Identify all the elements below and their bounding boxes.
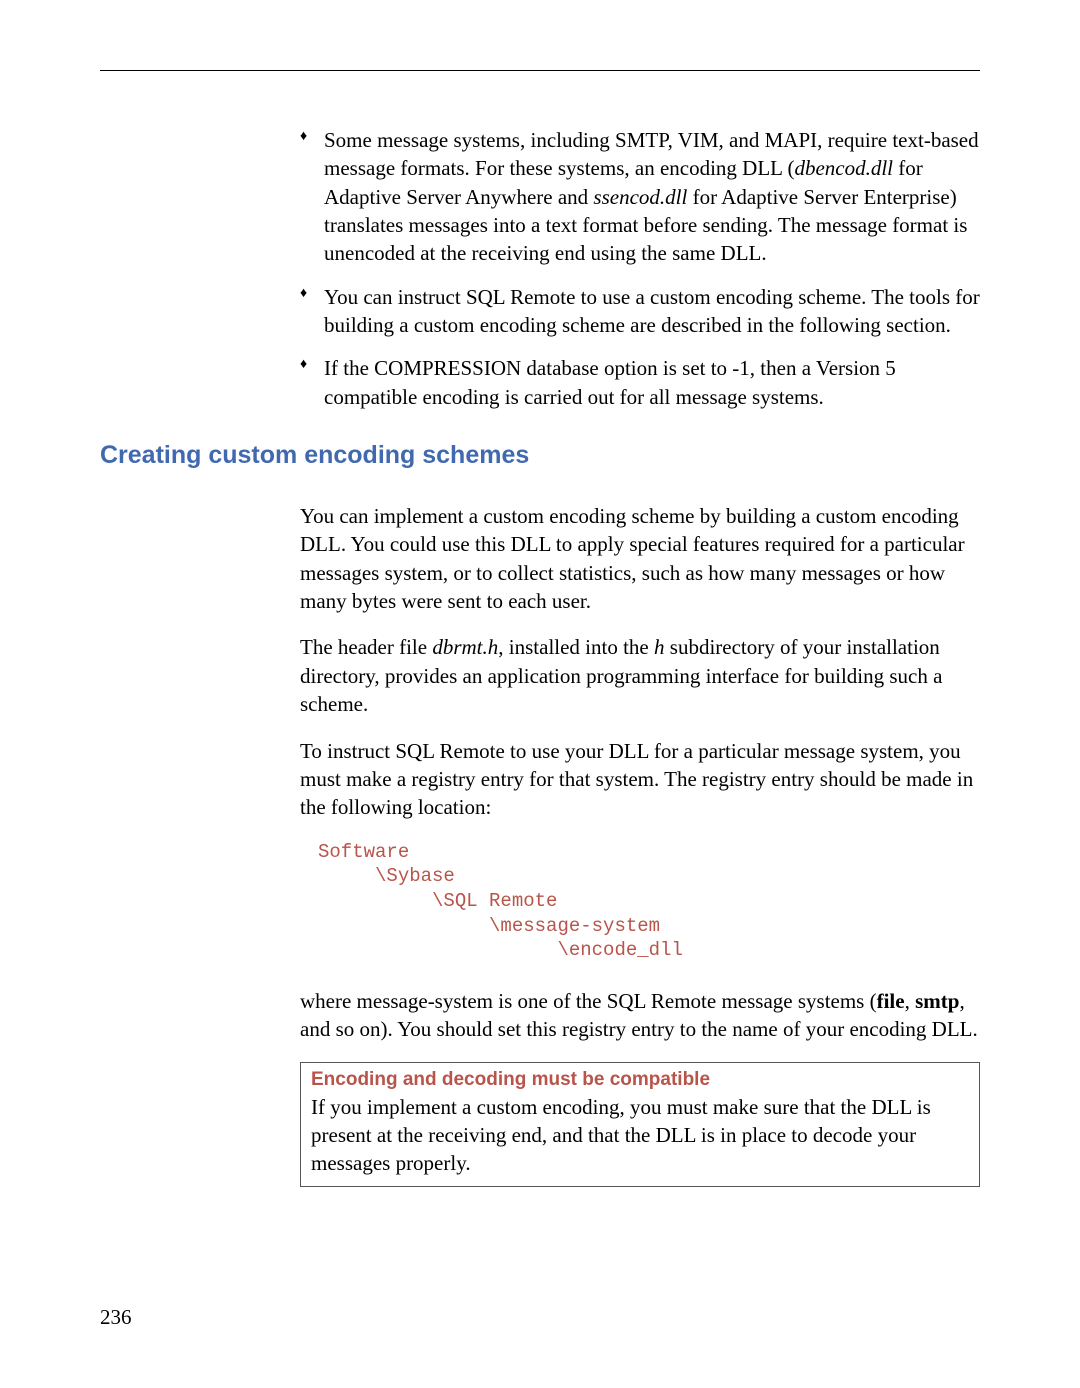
bullet-item-1: ♦ Some message systems, including SMTP, …	[300, 126, 980, 268]
bold-term: file	[877, 989, 905, 1013]
diamond-icon: ♦	[300, 356, 307, 375]
diamond-icon: ♦	[300, 285, 307, 304]
text-fragment: , installed into the	[498, 635, 654, 659]
paragraph-4: where message-system is one of the SQL R…	[300, 987, 980, 1044]
bullet-list: ♦ Some message systems, including SMTP, …	[300, 126, 980, 411]
text-fragment: where message-system is one of the SQL R…	[300, 989, 877, 1013]
paragraph-1: You can implement a custom encoding sche…	[300, 502, 980, 615]
note-title: Encoding and decoding must be compatible	[311, 1069, 969, 1091]
bullet-section: ♦ Some message systems, including SMTP, …	[300, 126, 980, 411]
paragraph-2: The header file dbrmt.h, installed into …	[300, 633, 980, 718]
bullet-item-2: ♦ You can instruct SQL Remote to use a c…	[300, 283, 980, 340]
note-body: If you implement a custom encoding, you …	[311, 1093, 969, 1178]
filename-italic: dbencod.dll	[794, 156, 893, 180]
diamond-icon: ♦	[300, 128, 307, 147]
text-fragment: The header file	[300, 635, 432, 659]
bold-term: smtp	[915, 989, 959, 1013]
page-number: 236	[100, 1305, 132, 1330]
bullet-3-text: If the COMPRESSION database option is se…	[324, 356, 896, 408]
page-container: ♦ Some message systems, including SMTP, …	[0, 0, 1080, 1187]
dirname-italic: h	[654, 635, 665, 659]
text-fragment: ,	[905, 989, 916, 1013]
bullet-item-3: ♦ If the COMPRESSION database option is …	[300, 354, 980, 411]
filename-italic: dbrmt.h	[432, 635, 498, 659]
section-heading: Creating custom encoding schemes	[100, 441, 980, 470]
header-rule	[100, 70, 980, 71]
filename-italic: ssencod.dll	[593, 185, 687, 209]
bullet-2-text: You can instruct SQL Remote to use a cus…	[324, 285, 980, 337]
note-box: Encoding and decoding must be compatible…	[300, 1062, 980, 1187]
paragraph-3: To instruct SQL Remote to use your DLL f…	[300, 737, 980, 822]
code-block: Software \Sybase \SQL Remote \message-sy…	[318, 840, 980, 963]
bullet-1-text: Some message systems, including SMTP, VI…	[324, 128, 979, 265]
